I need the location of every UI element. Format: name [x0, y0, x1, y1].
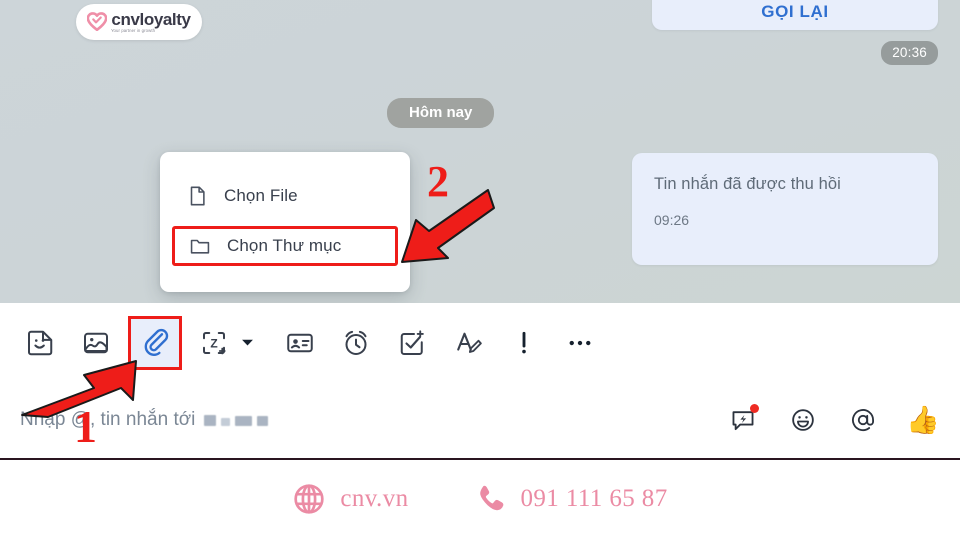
footer-website[interactable]: cnv.vn	[292, 482, 408, 516]
menu-item-choose-file-label: Chọn File	[224, 186, 298, 205]
message-bubble-recalled: Tin nhắn đã được thu hồi 09:26	[632, 153, 938, 265]
message-timestamp: 20:36	[881, 41, 938, 65]
chat-app-window: cnvloyalty Your partner in growth GỌI LẠ…	[0, 0, 960, 538]
footer-phone-text: 091 111 65 87	[520, 485, 668, 512]
recalled-message-time: 09:26	[654, 212, 690, 228]
attachment-context-menu: Chọn File Chọn Thư mục	[160, 152, 410, 292]
screen-capture-icon[interactable]: Z	[186, 315, 242, 371]
image-icon[interactable]	[68, 315, 124, 371]
business-card-icon[interactable]	[272, 315, 328, 371]
mention-icon[interactable]	[846, 403, 880, 437]
logo-tagline: Your partner in growth	[111, 28, 156, 34]
thumbs-up-emoji: 👍	[906, 404, 940, 435]
folder-icon	[190, 239, 210, 254]
cnvloyalty-logo: cnvloyalty Your partner in growth	[76, 4, 202, 40]
globe-icon	[294, 484, 325, 514]
recalled-message-text: Tin nhắn đã được thu hồi	[654, 175, 841, 193]
menu-item-choose-file[interactable]: Chọn File	[160, 174, 410, 218]
message-composer[interactable]: Nhập @, tin nhắn tới 👍	[0, 382, 960, 458]
composer-actions: 👍	[726, 403, 940, 437]
heart-logo-icon	[87, 12, 108, 31]
attachment-icon[interactable]	[128, 315, 182, 370]
placeholder-text: Nhập @, tin nhắn tới	[20, 409, 196, 430]
logo-text: cnvloyalty Your partner in growth	[111, 9, 191, 34]
thumbs-up-icon[interactable]: 👍	[906, 403, 940, 437]
annotation-number-1: 1	[74, 401, 97, 452]
svg-text:Z: Z	[210, 336, 217, 350]
more-options-icon[interactable]	[552, 315, 608, 371]
callback-button[interactable]: GỌI LẠI	[761, 2, 828, 22]
screen-capture-dropdown-icon[interactable]	[236, 315, 258, 371]
composer-toolbar: Z	[0, 303, 960, 382]
logo-wordmark: cnvloyalty	[111, 9, 191, 29]
footer-bar: cnv.vn 091 111 65 87	[0, 460, 960, 538]
footer-website-text: cnv.vn	[340, 485, 409, 512]
task-icon[interactable]	[384, 315, 440, 371]
annotation-number-2: 2	[427, 157, 449, 206]
alarm-clock-icon[interactable]	[328, 315, 384, 371]
message-input-placeholder[interactable]: Nhập @, tin nhắn tới	[20, 409, 269, 431]
phone-icon	[479, 485, 503, 511]
menu-item-choose-folder[interactable]: Chọn Thư mục	[172, 226, 398, 266]
text-format-icon[interactable]	[440, 315, 496, 371]
message-bubble-callback: GỌI LẠI	[652, 0, 938, 30]
file-icon	[190, 186, 205, 206]
priority-icon[interactable]	[496, 315, 552, 371]
sticker-icon[interactable]	[12, 315, 68, 371]
quick-message-icon[interactable]	[726, 403, 760, 437]
day-divider: Hôm nay	[387, 98, 495, 128]
footer-phone[interactable]: 091 111 65 87	[473, 482, 668, 516]
emoji-icon[interactable]	[786, 403, 820, 437]
unread-badge-dot	[750, 404, 759, 413]
conversation-area: cnvloyalty Your partner in growth GỌI LẠ…	[0, 0, 960, 303]
redacted-recipient-name	[204, 414, 269, 426]
menu-item-choose-folder-label: Chọn Thư mục	[227, 236, 342, 255]
